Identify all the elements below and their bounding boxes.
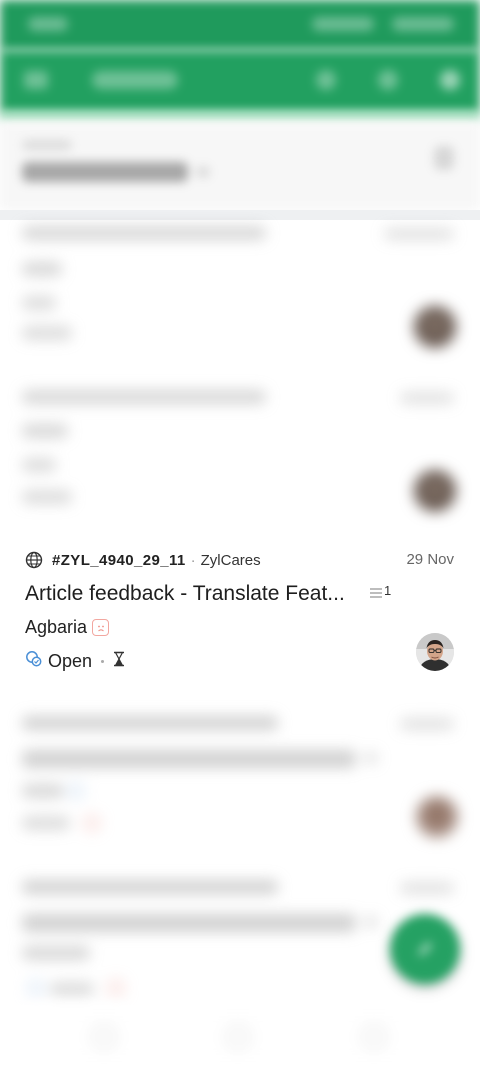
status-bar <box>0 0 480 50</box>
ticket-id: #ZYL_4940_29_11 <box>52 551 186 569</box>
compose-icon <box>417 941 433 962</box>
contact-name[interactable]: Agbaria <box>25 617 87 638</box>
profile-icon <box>440 70 460 90</box>
ticket-date: 29 Nov <box>406 551 454 568</box>
meta-separator: · <box>190 551 196 569</box>
app-title <box>92 71 178 89</box>
status-open-icon <box>25 650 43 673</box>
ticket-status[interactable]: Open <box>48 651 92 672</box>
thread-count-badge: 1 <box>369 583 392 606</box>
ticket-card[interactable]: #ZYL_4940_29_11 · ZylCares 29 Nov Articl… <box>0 537 480 683</box>
thread-count: 1 <box>384 583 392 598</box>
contact-row: Agbaria <box>25 617 110 638</box>
bottom-nav <box>0 1005 480 1066</box>
ticket-meta-row: #ZYL_4940_29_11 · ZylCares <box>25 549 261 571</box>
app-bar <box>0 50 480 112</box>
globe-icon <box>25 551 43 569</box>
nav-item-back[interactable] <box>362 1025 386 1049</box>
compose-button[interactable] <box>390 914 460 984</box>
search-icon <box>316 70 336 90</box>
view-header <box>0 122 480 210</box>
status-separator-dot <box>101 660 105 663</box>
nav-item-home[interactable] <box>92 1025 116 1049</box>
app-bar-shadow <box>0 112 480 122</box>
department-name: ZylCares <box>200 551 261 569</box>
hourglass-icon <box>113 651 125 672</box>
thread-list-icon <box>369 585 383 606</box>
sad-face-icon <box>92 619 110 636</box>
status-row: Open <box>25 650 125 673</box>
agent-avatar[interactable] <box>416 633 454 671</box>
nav-item-center[interactable] <box>226 1025 250 1049</box>
ticket-subject: Article feedback - Translate Feat... <box>25 582 345 605</box>
menu-icon <box>24 71 48 89</box>
section-gap <box>0 210 480 220</box>
filter-icon <box>378 70 398 90</box>
